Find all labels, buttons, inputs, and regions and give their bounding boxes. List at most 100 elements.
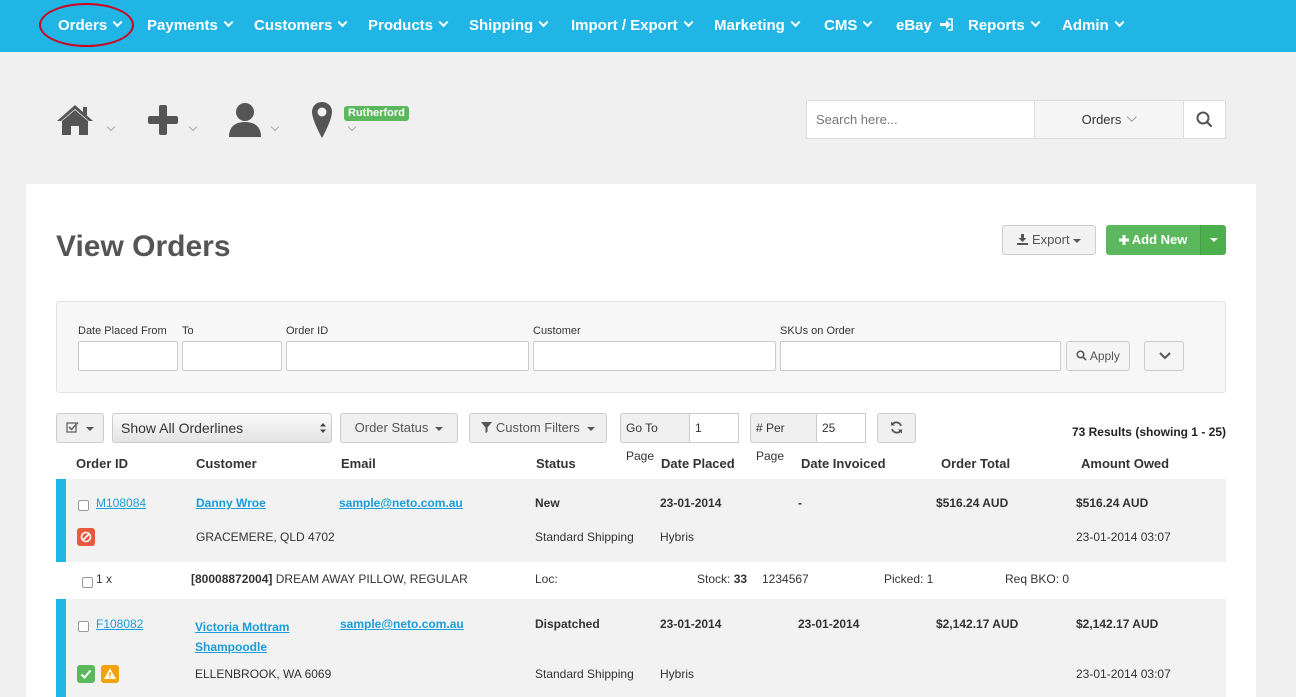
customer-filter-input[interactable] — [533, 341, 776, 371]
chevron-down-icon[interactable] — [270, 122, 280, 132]
chevron-down-icon — [438, 17, 449, 28]
goto-page-label: Go To Page — [620, 413, 690, 463]
results-count: 73 Results (showing 1 - 25) — [1071, 425, 1226, 439]
search-scope-select[interactable]: Orders — [1034, 101, 1184, 138]
col-header-date-invoiced[interactable]: Date Invoiced — [801, 456, 886, 471]
order-timestamp: 23-01-2014 03:07 — [1076, 667, 1171, 681]
col-header-email[interactable]: Email — [341, 456, 376, 471]
table-row — [56, 479, 1226, 562]
order-total: $516.24 AUD — [936, 496, 1009, 510]
chevron-down-icon — [683, 17, 694, 28]
col-header-order-id[interactable]: Order ID — [76, 456, 128, 471]
nav-marketing[interactable]: Marketing — [714, 0, 801, 52]
order-id-link[interactable]: F108082 — [96, 617, 143, 631]
date-placed: 23-01-2014 — [660, 617, 722, 631]
skus-input[interactable] — [780, 341, 1061, 371]
location-pin-icon[interactable] — [311, 101, 333, 139]
col-header-customer[interactable]: Customer — [196, 456, 257, 471]
date-to-input[interactable] — [182, 341, 282, 371]
nav-reports-label: Reports — [968, 17, 1025, 34]
nav-admin[interactable]: Admin — [1062, 0, 1125, 52]
company-link[interactable]: Shampoodle — [195, 640, 267, 654]
orderlines-select[interactable]: Show All Orderlines — [112, 413, 332, 443]
bulk-select-button[interactable] — [56, 413, 104, 443]
refresh-button[interactable] — [877, 413, 916, 443]
chevron-down-icon — [223, 17, 234, 28]
nav-shipping[interactable]: Shipping — [469, 0, 549, 52]
nav-reports[interactable]: Reports — [968, 0, 1041, 52]
customer-filter-label: Customer — [533, 325, 581, 337]
chevron-down-icon[interactable] — [188, 122, 198, 132]
orderline-qty: 1 x — [96, 572, 113, 586]
chevron-down-icon[interactable] — [347, 122, 357, 132]
col-header-status[interactable]: Status — [536, 456, 576, 471]
ban-icon — [80, 531, 92, 543]
nav-products[interactable]: Products — [368, 0, 449, 52]
orderline-req-bko: Req BKO: 0 — [1005, 572, 1070, 586]
email-link[interactable]: sample@neto.com.au — [339, 496, 463, 510]
nav-ebay[interactable]: eBay — [896, 0, 953, 52]
customer-link-wrap: Victoria Mottram Shampoodle — [195, 617, 289, 657]
col-header-date-placed[interactable]: Date Placed — [661, 456, 735, 471]
add-new-button[interactable]: Add New — [1106, 225, 1200, 255]
caret-down-icon — [86, 426, 94, 431]
warning-badge[interactable] — [101, 665, 119, 683]
email-link[interactable]: sample@neto.com.au — [340, 617, 464, 631]
col-header-order-total[interactable]: Order Total — [941, 456, 1010, 471]
nav-customers[interactable]: Customers — [254, 0, 348, 52]
chevron-down-icon[interactable] — [106, 122, 116, 132]
row-checkbox[interactable] — [78, 621, 89, 632]
customer-link[interactable]: Victoria Mottram — [195, 620, 289, 634]
custom-filters-button[interactable]: Custom Filters — [469, 413, 607, 443]
orderline-sku: [80008872004] — [191, 572, 273, 586]
nav-cms[interactable]: CMS — [824, 0, 873, 52]
expand-filters-button[interactable] — [1144, 341, 1184, 371]
nav-customers-label: Customers — [254, 17, 333, 34]
order-id-label: Order ID — [286, 325, 329, 337]
nav-import-export-label: Import / Export — [571, 17, 678, 34]
plus-icon — [1118, 235, 1129, 245]
orderline-stock: Stock: 33 — [697, 572, 747, 586]
approved-badge[interactable] — [77, 665, 95, 683]
add-new-dropdown[interactable] — [1200, 225, 1226, 255]
chevron-down-icon — [1159, 352, 1171, 360]
chevron-down-icon — [337, 17, 348, 28]
plus-icon[interactable] — [147, 105, 179, 135]
apply-button[interactable]: Apply — [1066, 341, 1130, 371]
orderline-checkbox[interactable] — [82, 577, 93, 588]
customer-address: GRACEMERE, QLD 4702 — [196, 530, 335, 544]
chevron-down-icon — [790, 17, 801, 28]
shipping-method: Standard Shipping — [535, 530, 634, 544]
apply-label: Apply — [1089, 349, 1120, 363]
date-from-input[interactable] — [78, 341, 178, 371]
order-timestamp: 23-01-2014 03:07 — [1076, 530, 1171, 544]
order-source: Hybris — [660, 530, 695, 544]
sign-in-icon — [940, 18, 953, 31]
row-checkbox[interactable] — [78, 500, 89, 511]
row-accent-bar — [56, 479, 66, 562]
search-input[interactable] — [807, 101, 1034, 138]
order-status-label: Order Status — [354, 420, 429, 435]
customer-link[interactable]: Danny Wroe — [196, 496, 266, 510]
order-source: Hybris — [660, 667, 695, 681]
search-icon — [1076, 350, 1087, 361]
export-button[interactable]: Export — [1002, 225, 1096, 255]
col-header-amount-owed[interactable]: Amount Owed — [1081, 456, 1169, 471]
orderline-loc-label: Loc: — [535, 572, 558, 586]
nav-import-export[interactable]: Import / Export — [571, 0, 694, 52]
user-icon[interactable] — [228, 102, 262, 138]
cancel-badge[interactable] — [77, 528, 95, 546]
per-page-label: # Per Page — [750, 413, 817, 463]
home-icon[interactable] — [56, 104, 94, 136]
nav-marketing-label: Marketing — [714, 17, 785, 34]
caret-down-icon — [1209, 237, 1218, 242]
select-arrows-icon — [320, 423, 326, 433]
order-id-link[interactable]: M108084 — [96, 496, 146, 510]
shipping-method: Standard Shipping — [535, 667, 634, 681]
per-page-input[interactable]: 25 — [816, 413, 866, 443]
search-button[interactable] — [1184, 101, 1225, 138]
order-status-button[interactable]: Order Status — [340, 413, 458, 443]
nav-payments[interactable]: Payments — [147, 0, 234, 52]
order-id-input[interactable] — [286, 341, 529, 371]
goto-page-input[interactable]: 1 — [689, 413, 739, 443]
